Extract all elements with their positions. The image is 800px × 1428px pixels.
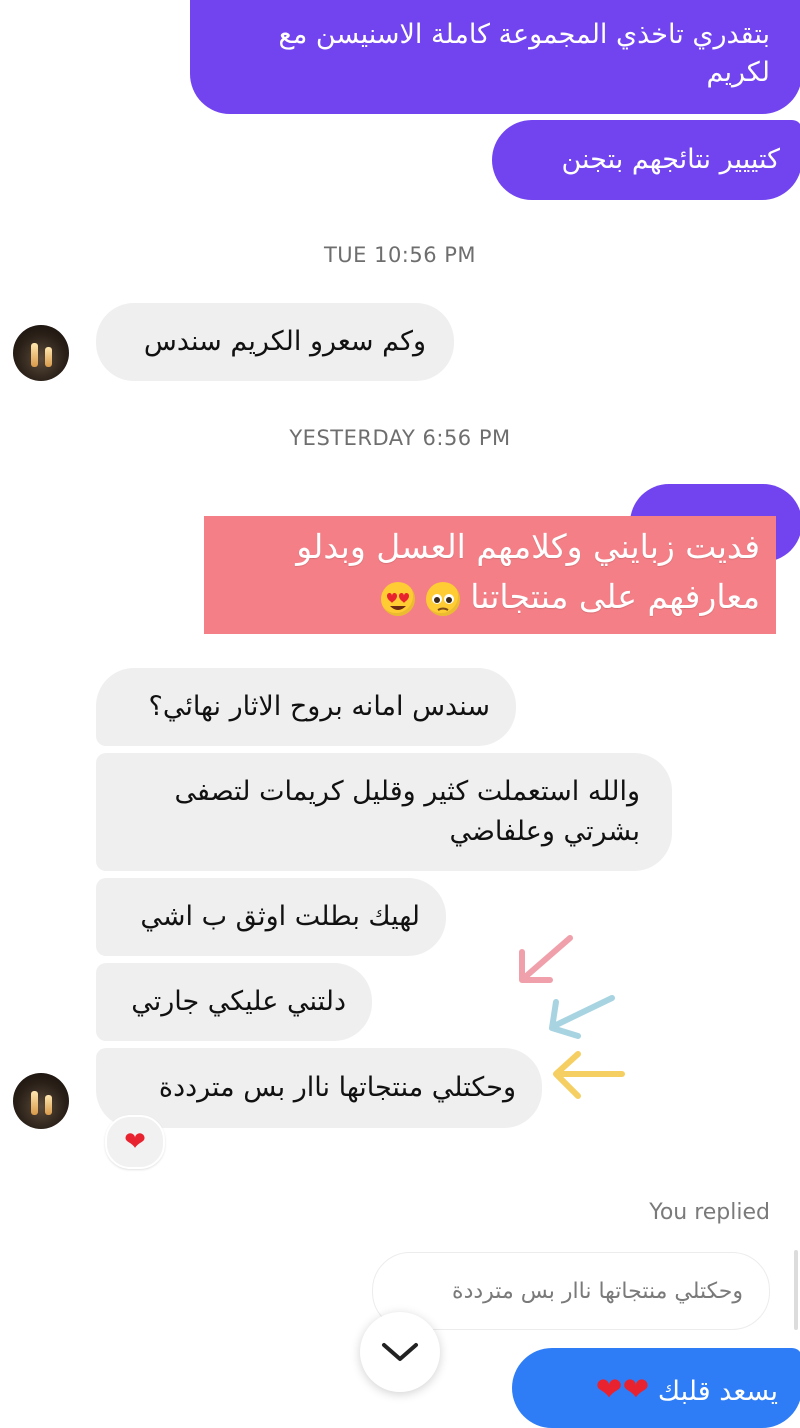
outgoing-message-bubble[interactable]: كتييير نتائجهم بتجنن <box>492 120 800 200</box>
incoming-message-bubble[interactable]: لهيك بطلت اوثق ب اشي <box>96 878 446 956</box>
timestamp: TUE 10:56 PM <box>323 243 477 267</box>
incoming-message-bubble[interactable]: وحكتلي منتجاتها ناار بس مترددة <box>96 1048 542 1128</box>
message-text: كتييير نتائجهم بتجنن <box>561 144 780 175</box>
timestamp: YESTERDAY 6:56 PM <box>289 426 511 450</box>
message-text: دلتني عليكي جارتي <box>131 986 346 1017</box>
overlay-text-line: فديت زبايني وكلامهم العسل وبدلو <box>296 527 760 566</box>
outgoing-message-bubble[interactable]: بتقدري تاخذي المجموعة كاملة الاسنيسن مع … <box>190 0 800 114</box>
heart-reaction-icon[interactable]: ❤ <box>105 1115 165 1169</box>
contact-avatar[interactable] <box>13 1073 69 1129</box>
heart-icon: ❤❤ <box>595 1370 650 1408</box>
reply-preview-text: وحكتلي منتجاتها ناار بس مترددة <box>452 1279 743 1304</box>
message-text-line: بتقدري تاخذي المجموعة كاملة الاسنيسن مع <box>278 19 770 50</box>
blue-arrow-icon <box>549 995 615 1039</box>
overlay-text: معارفهم على منتجاتنا <box>470 577 760 616</box>
you-replied-label: You replied <box>649 1200 770 1225</box>
message-text-line: والله استعملت كثير وقليل كريمات لتصفى <box>174 776 640 807</box>
chevron-down-icon <box>382 1343 418 1361</box>
message-text: سندس امانه بروح الاثار نهائي؟ <box>148 691 490 722</box>
message-text: وحكتلي منتجاتها ناار بس مترددة <box>158 1072 516 1103</box>
pleading-face-icon <box>425 582 460 616</box>
incoming-message-bubble[interactable]: وكم سعرو الكريم سندس <box>96 303 454 381</box>
outgoing-message-bubble[interactable]: يسعد قلبك ❤❤ <box>512 1348 800 1428</box>
incoming-message-bubble[interactable]: سندس امانه بروح الاثار نهائي؟ <box>96 668 516 746</box>
overlay-text-line-2: معارفهم على منتجاتنا <box>218 572 760 622</box>
story-text-overlay: فديت زبايني وكلامهم العسل وبدلو معارفهم … <box>204 516 776 634</box>
message-text: يسعد قلبك <box>657 1376 778 1407</box>
heart-eyes-icon <box>381 582 416 616</box>
message-text: لهيك بطلت اوثق ب اشي <box>140 901 420 932</box>
message-text-line: بشرتي وعلفاضي <box>449 816 640 847</box>
incoming-message-bubble[interactable]: دلتني عليكي جارتي <box>96 963 372 1041</box>
scroll-to-bottom-button[interactable] <box>360 1312 440 1392</box>
yellow-arrow-icon <box>553 1051 625 1099</box>
reply-indicator-bar <box>794 1250 798 1330</box>
message-text-line: لكريم <box>706 57 770 88</box>
pink-arrow-icon <box>519 935 573 983</box>
message-text: وكم سعرو الكريم سندس <box>143 326 426 357</box>
contact-avatar[interactable] <box>13 325 69 381</box>
incoming-message-bubble[interactable]: والله استعملت كثير وقليل كريمات لتصفى بش… <box>96 753 672 871</box>
